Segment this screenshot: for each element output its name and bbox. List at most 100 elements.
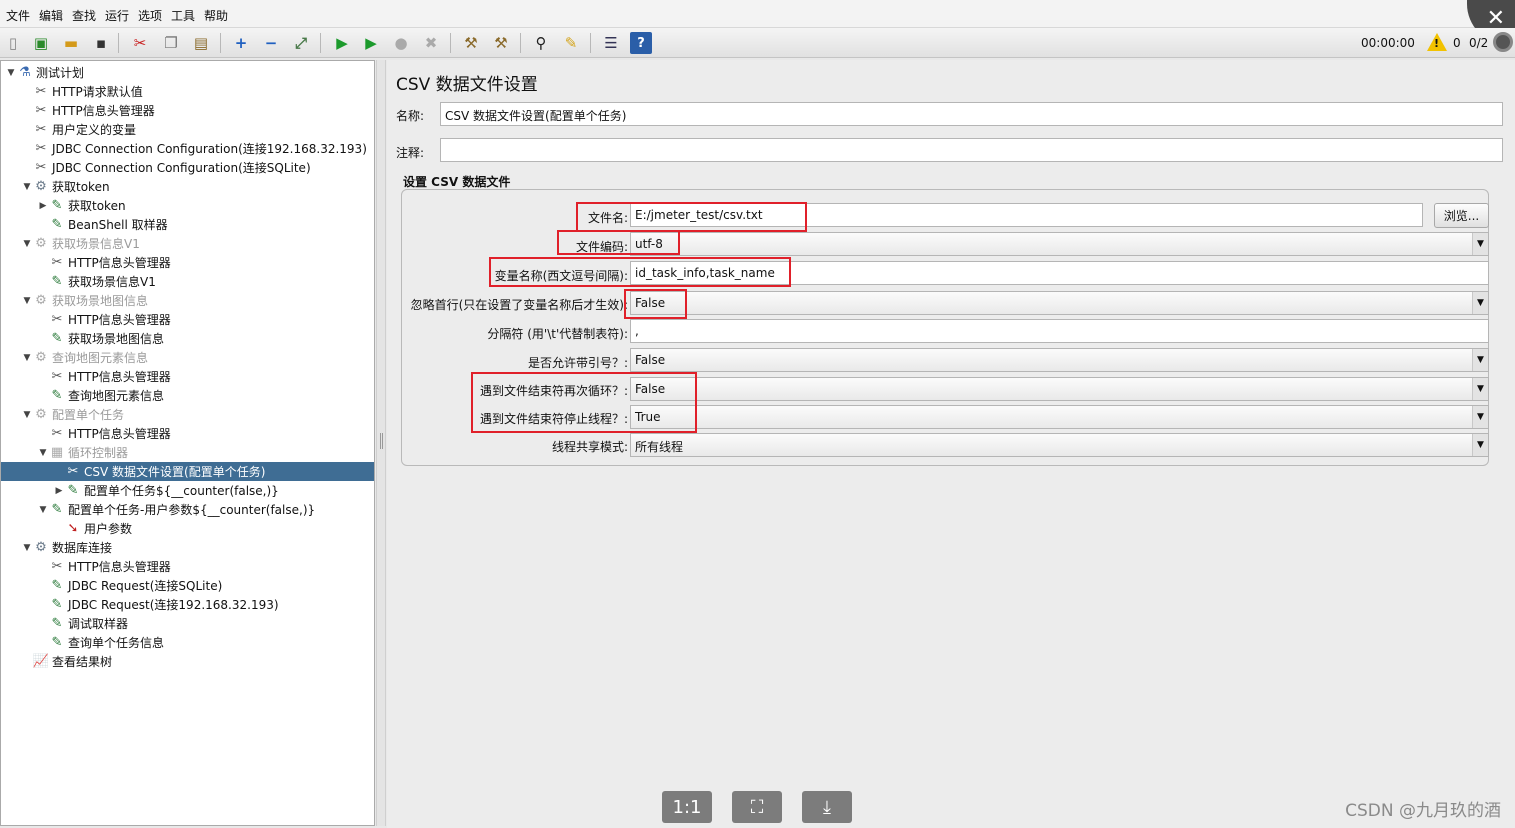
download-icon[interactable]: ⤓ (802, 791, 852, 823)
tree-node[interactable]: ▼ ⚙ 获取token (1, 177, 110, 196)
browse-button[interactable]: 浏览... (1434, 203, 1489, 228)
delimiter-label: 分隔符 (用'\t'代替制表符): (487, 327, 628, 341)
name-input[interactable]: CSV 数据文件设置(配置单个任务) (440, 102, 1503, 126)
stop-thread-on-eof-select[interactable]: True ▼ (630, 405, 1489, 429)
chevron-down-icon[interactable]: ▼ (21, 543, 33, 553)
sampler-icon: ✎ (51, 635, 63, 650)
templates-icon[interactable]: ▣ (30, 32, 52, 54)
help-icon[interactable]: ? (630, 32, 652, 54)
chevron-down-icon[interactable]: ▼ (21, 410, 33, 420)
tree-node-label: HTTP请求默认值 (52, 85, 143, 99)
chevron-down-icon[interactable]: ▼ (1472, 406, 1488, 428)
tree-node[interactable]: ✎ 查询地图元素信息 (1, 386, 164, 405)
tree-node[interactable]: ✂ HTTP信息头管理器 (1, 367, 171, 386)
stop-icon[interactable]: ● (390, 32, 412, 54)
tree-node[interactable]: ➘ 用户参数 (1, 519, 132, 538)
new-icon[interactable]: ▯ (2, 32, 24, 54)
chevron-down-icon[interactable]: ▼ (1472, 233, 1488, 255)
reset-search-icon[interactable]: ✎ (560, 32, 582, 54)
function-helper-icon[interactable]: ☰ (600, 32, 622, 54)
tree-node[interactable]: ▶ ✎ 配置单个任务${__counter(false,)} (1, 481, 279, 500)
comment-input[interactable] (440, 138, 1503, 162)
chevron-down-icon[interactable]: ▼ (37, 505, 49, 515)
quoted-data-select[interactable]: False ▼ (630, 348, 1489, 372)
tree-node[interactable]: ▶ ✎ 获取token (1, 196, 126, 215)
tree-node[interactable]: ✎ 获取场景地图信息 (1, 329, 164, 348)
tree-node[interactable]: ✂ HTTP信息头管理器 (1, 101, 155, 120)
chevron-down-icon[interactable]: ▼ (1472, 434, 1488, 456)
chevron-right-icon[interactable]: ▶ (37, 201, 49, 211)
tree-node[interactable]: ▼ ⚗ 测试计划 (1, 63, 84, 82)
tree-node[interactable]: ▼ ⚙ 配置单个任务 (1, 405, 124, 424)
tree-node[interactable]: ▼ ⚙ 获取场景地图信息 (1, 291, 148, 310)
test-plan-tree[interactable]: ▼ ⚗ 测试计划 ✂ HTTP请求默认值 ✂ HTTP信息头管理器 ✂ 用户定义的变量 ✂ JDBC… (0, 60, 375, 826)
chevron-down-icon[interactable]: ▼ (21, 182, 33, 192)
chevron-down-icon[interactable]: ▼ (21, 296, 33, 306)
save-icon[interactable]: ▪ (90, 32, 112, 54)
chevron-down-icon[interactable]: ▼ (21, 353, 33, 363)
tree-node-label: HTTP信息头管理器 (52, 104, 155, 118)
chevron-down-icon[interactable]: ▼ (1472, 378, 1488, 400)
tree-node[interactable]: ✂ HTTP信息头管理器 (1, 424, 171, 443)
tree-node[interactable]: ✎ 获取场景信息V1 (1, 272, 156, 291)
annotation-box-filename (576, 202, 807, 232)
tree-node-label: 数据库连接 (52, 541, 113, 555)
chevron-down-icon[interactable]: ▼ (37, 448, 49, 458)
tree-node[interactable]: ▼ ⚙ 数据库连接 (1, 538, 112, 557)
tree-node[interactable]: ✂ HTTP信息头管理器 (1, 310, 171, 329)
tree-node[interactable]: ✂ HTTP请求默认值 (1, 82, 143, 101)
recycle-on-eof-select[interactable]: False ▼ (630, 377, 1489, 401)
encoding-select[interactable]: utf-8 ▼ (630, 232, 1489, 256)
tree-node-label: HTTP信息头管理器 (68, 560, 171, 574)
delimiter-input[interactable]: , (630, 319, 1489, 343)
chevron-down-icon[interactable]: ▼ (21, 239, 33, 249)
tree-node[interactable]: ✎ JDBC Request(连接192.168.32.193) (1, 595, 279, 614)
fit-screen-icon[interactable]: ⛶ (732, 791, 782, 823)
expand-icon[interactable]: + (230, 32, 252, 54)
menu-edit[interactable]: 编辑 (39, 7, 63, 24)
tree-node[interactable]: ▼ ⚙ 获取场景信息V1 (1, 234, 140, 253)
split-pane-divider[interactable] (376, 60, 386, 826)
menu-tools[interactable]: 工具 (171, 7, 195, 24)
menu-help[interactable]: 帮助 (204, 7, 228, 24)
tree-node[interactable]: ✂ JDBC Connection Configuration(连接192.168… (1, 139, 367, 158)
tree-node[interactable]: ✂ HTTP信息头管理器 (1, 557, 171, 576)
open-icon[interactable]: ▬ (60, 32, 82, 54)
config-icon: ✂ (35, 84, 47, 99)
tree-node[interactable]: ▼ ⚙ 查询地图元素信息 (1, 348, 148, 367)
tree-node-label: JDBC Connection Configuration(连接192.168.… (52, 142, 367, 156)
collapse-icon[interactable]: − (260, 32, 282, 54)
tree-node[interactable]: ✂ 用户定义的变量 (1, 120, 136, 139)
tree-node[interactable]: ✂ JDBC Connection Configuration(连接SQLite) (1, 158, 311, 177)
toggle-icon[interactable]: ⤢ (290, 32, 312, 54)
clear-icon[interactable]: ⚒ (460, 32, 482, 54)
menu-options[interactable]: 选项 (138, 7, 162, 24)
sharing-mode-select[interactable]: 所有线程 ▼ (630, 433, 1489, 457)
tree-node[interactable]: ✎ JDBC Request(连接SQLite) (1, 576, 223, 595)
chevron-down-icon[interactable]: ▼ (1472, 349, 1488, 371)
paste-icon[interactable]: ▤ (190, 32, 212, 54)
tree-node[interactable]: ▼ ✎ 配置单个任务-用户参数${__counter(false,)} (1, 500, 316, 519)
actual-size-button[interactable]: 1:1 (662, 791, 712, 823)
tree-node[interactable]: ▼ ▦ 循环控制器 (1, 443, 128, 462)
tree-node[interactable]: ✎ BeanShell 取样器 (1, 215, 168, 234)
menu-search[interactable]: 查找 (72, 7, 96, 24)
clear-all-icon[interactable]: ⚒ (490, 32, 512, 54)
chevron-down-icon[interactable]: ▼ (5, 68, 17, 78)
menu-file[interactable]: 文件 (6, 7, 30, 24)
cut-icon[interactable]: ✂ (129, 32, 151, 54)
search-icon[interactable]: ⚲ (530, 32, 552, 54)
start-no-pause-icon[interactable]: ▶ (360, 32, 382, 54)
chevron-right-icon[interactable]: ▶ (53, 486, 65, 496)
shutdown-icon[interactable]: ✖ (420, 32, 442, 54)
copy-icon[interactable]: ❐ (160, 32, 182, 54)
ignore-first-line-select[interactable]: False ▼ (630, 291, 1489, 315)
tree-node[interactable]: 📈 查看结果树 (1, 652, 112, 671)
tree-node[interactable]: ✎ 调试取样器 (1, 614, 128, 633)
tree-node[interactable]: ✂ CSV 数据文件设置(配置单个任务) (1, 462, 374, 481)
tree-node[interactable]: ✂ HTTP信息头管理器 (1, 253, 171, 272)
menu-run[interactable]: 运行 (105, 7, 129, 24)
start-icon[interactable]: ▶ (331, 32, 353, 54)
chevron-down-icon[interactable]: ▼ (1472, 292, 1488, 314)
tree-node[interactable]: ✎ 查询单个任务信息 (1, 633, 164, 652)
